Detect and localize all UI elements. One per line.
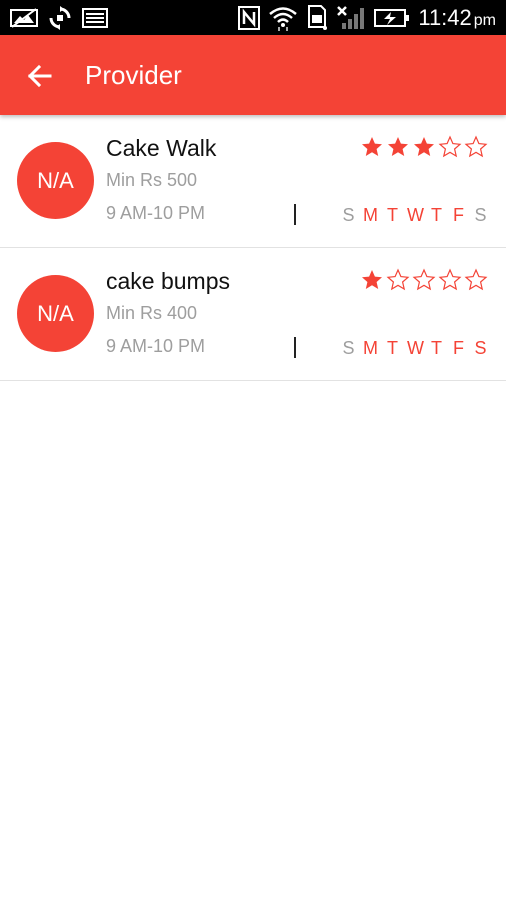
- page-title: Provider: [85, 60, 182, 90]
- day-indicator: W: [407, 205, 424, 225]
- opening-hours: 9 AM-10 PM: [106, 203, 206, 223]
- provider-name: Cake Walk: [106, 135, 217, 161]
- day-indicator: M: [363, 338, 378, 358]
- wifi-icon: [268, 5, 298, 31]
- star-outline-icon: [464, 135, 488, 164]
- day-indicator: S: [342, 205, 355, 225]
- day-indicator: S: [474, 205, 487, 225]
- status-bar-right-icons: 11:42 pm: [238, 4, 496, 32]
- rating-stars: [360, 135, 488, 164]
- battery-charging-icon: [374, 8, 410, 28]
- rating-stars: [360, 268, 488, 297]
- sd-card-icon: [306, 5, 328, 31]
- day-indicator: S: [342, 338, 355, 358]
- day-indicator: F: [453, 338, 464, 358]
- min-price: Min Rs 400: [106, 303, 198, 323]
- star-filled-icon: [412, 135, 436, 164]
- provider-name: cake bumps: [106, 268, 231, 294]
- open-days: SMTWTFS: [341, 338, 488, 359]
- day-indicator: W: [407, 338, 424, 358]
- day-indicator: M: [363, 205, 378, 225]
- divider: [294, 204, 296, 225]
- avatar: N/A: [17, 142, 94, 219]
- star-outline-icon: [386, 268, 410, 297]
- min-price: Min Rs 500: [106, 170, 198, 190]
- provider-list: N/A Cake Walk Min Rs 500 9 AM-10 PM S M T W T F S N…: [0, 115, 506, 381]
- opening-hours: 9 AM-10 PM: [106, 336, 206, 356]
- provider-row[interactable]: N/A Cake Walk Min Rs 500 9 AM-10 PM S M T W T F S: [0, 115, 506, 248]
- status-bar: 11:42 pm: [0, 0, 506, 35]
- gallery-icon: [82, 7, 108, 29]
- star-outline-icon: [412, 268, 436, 297]
- status-time: 11:42 pm: [418, 5, 496, 30]
- app-bar: Provider: [0, 35, 506, 115]
- day-indicator: T: [431, 338, 442, 358]
- star-filled-icon: [360, 135, 384, 164]
- star-filled-icon: [360, 268, 384, 297]
- day-indicator: T: [387, 205, 398, 225]
- arrow-left-icon: [27, 64, 52, 88]
- avatar: N/A: [17, 275, 94, 352]
- day-indicator: T: [431, 205, 442, 225]
- no-signal-icon: [336, 5, 366, 31]
- star-outline-icon: [438, 135, 462, 164]
- sync-icon: [48, 6, 72, 30]
- day-indicator: T: [387, 338, 398, 358]
- open-days: SMTWTFS: [341, 205, 488, 226]
- star-outline-icon: [464, 268, 488, 297]
- day-indicator: F: [453, 205, 464, 225]
- divider: [294, 337, 296, 358]
- back-button[interactable]: [22, 59, 56, 93]
- star-outline-icon: [438, 268, 462, 297]
- image-icon: [10, 7, 38, 29]
- star-filled-icon: [386, 135, 410, 164]
- status-bar-left-icons: [10, 5, 108, 31]
- day-indicator: S: [474, 338, 487, 358]
- provider-row[interactable]: N/A cake bumps Min Rs 400 9 AM-10 PM S M T W T F S: [0, 248, 506, 381]
- nfc-icon: [238, 6, 261, 30]
